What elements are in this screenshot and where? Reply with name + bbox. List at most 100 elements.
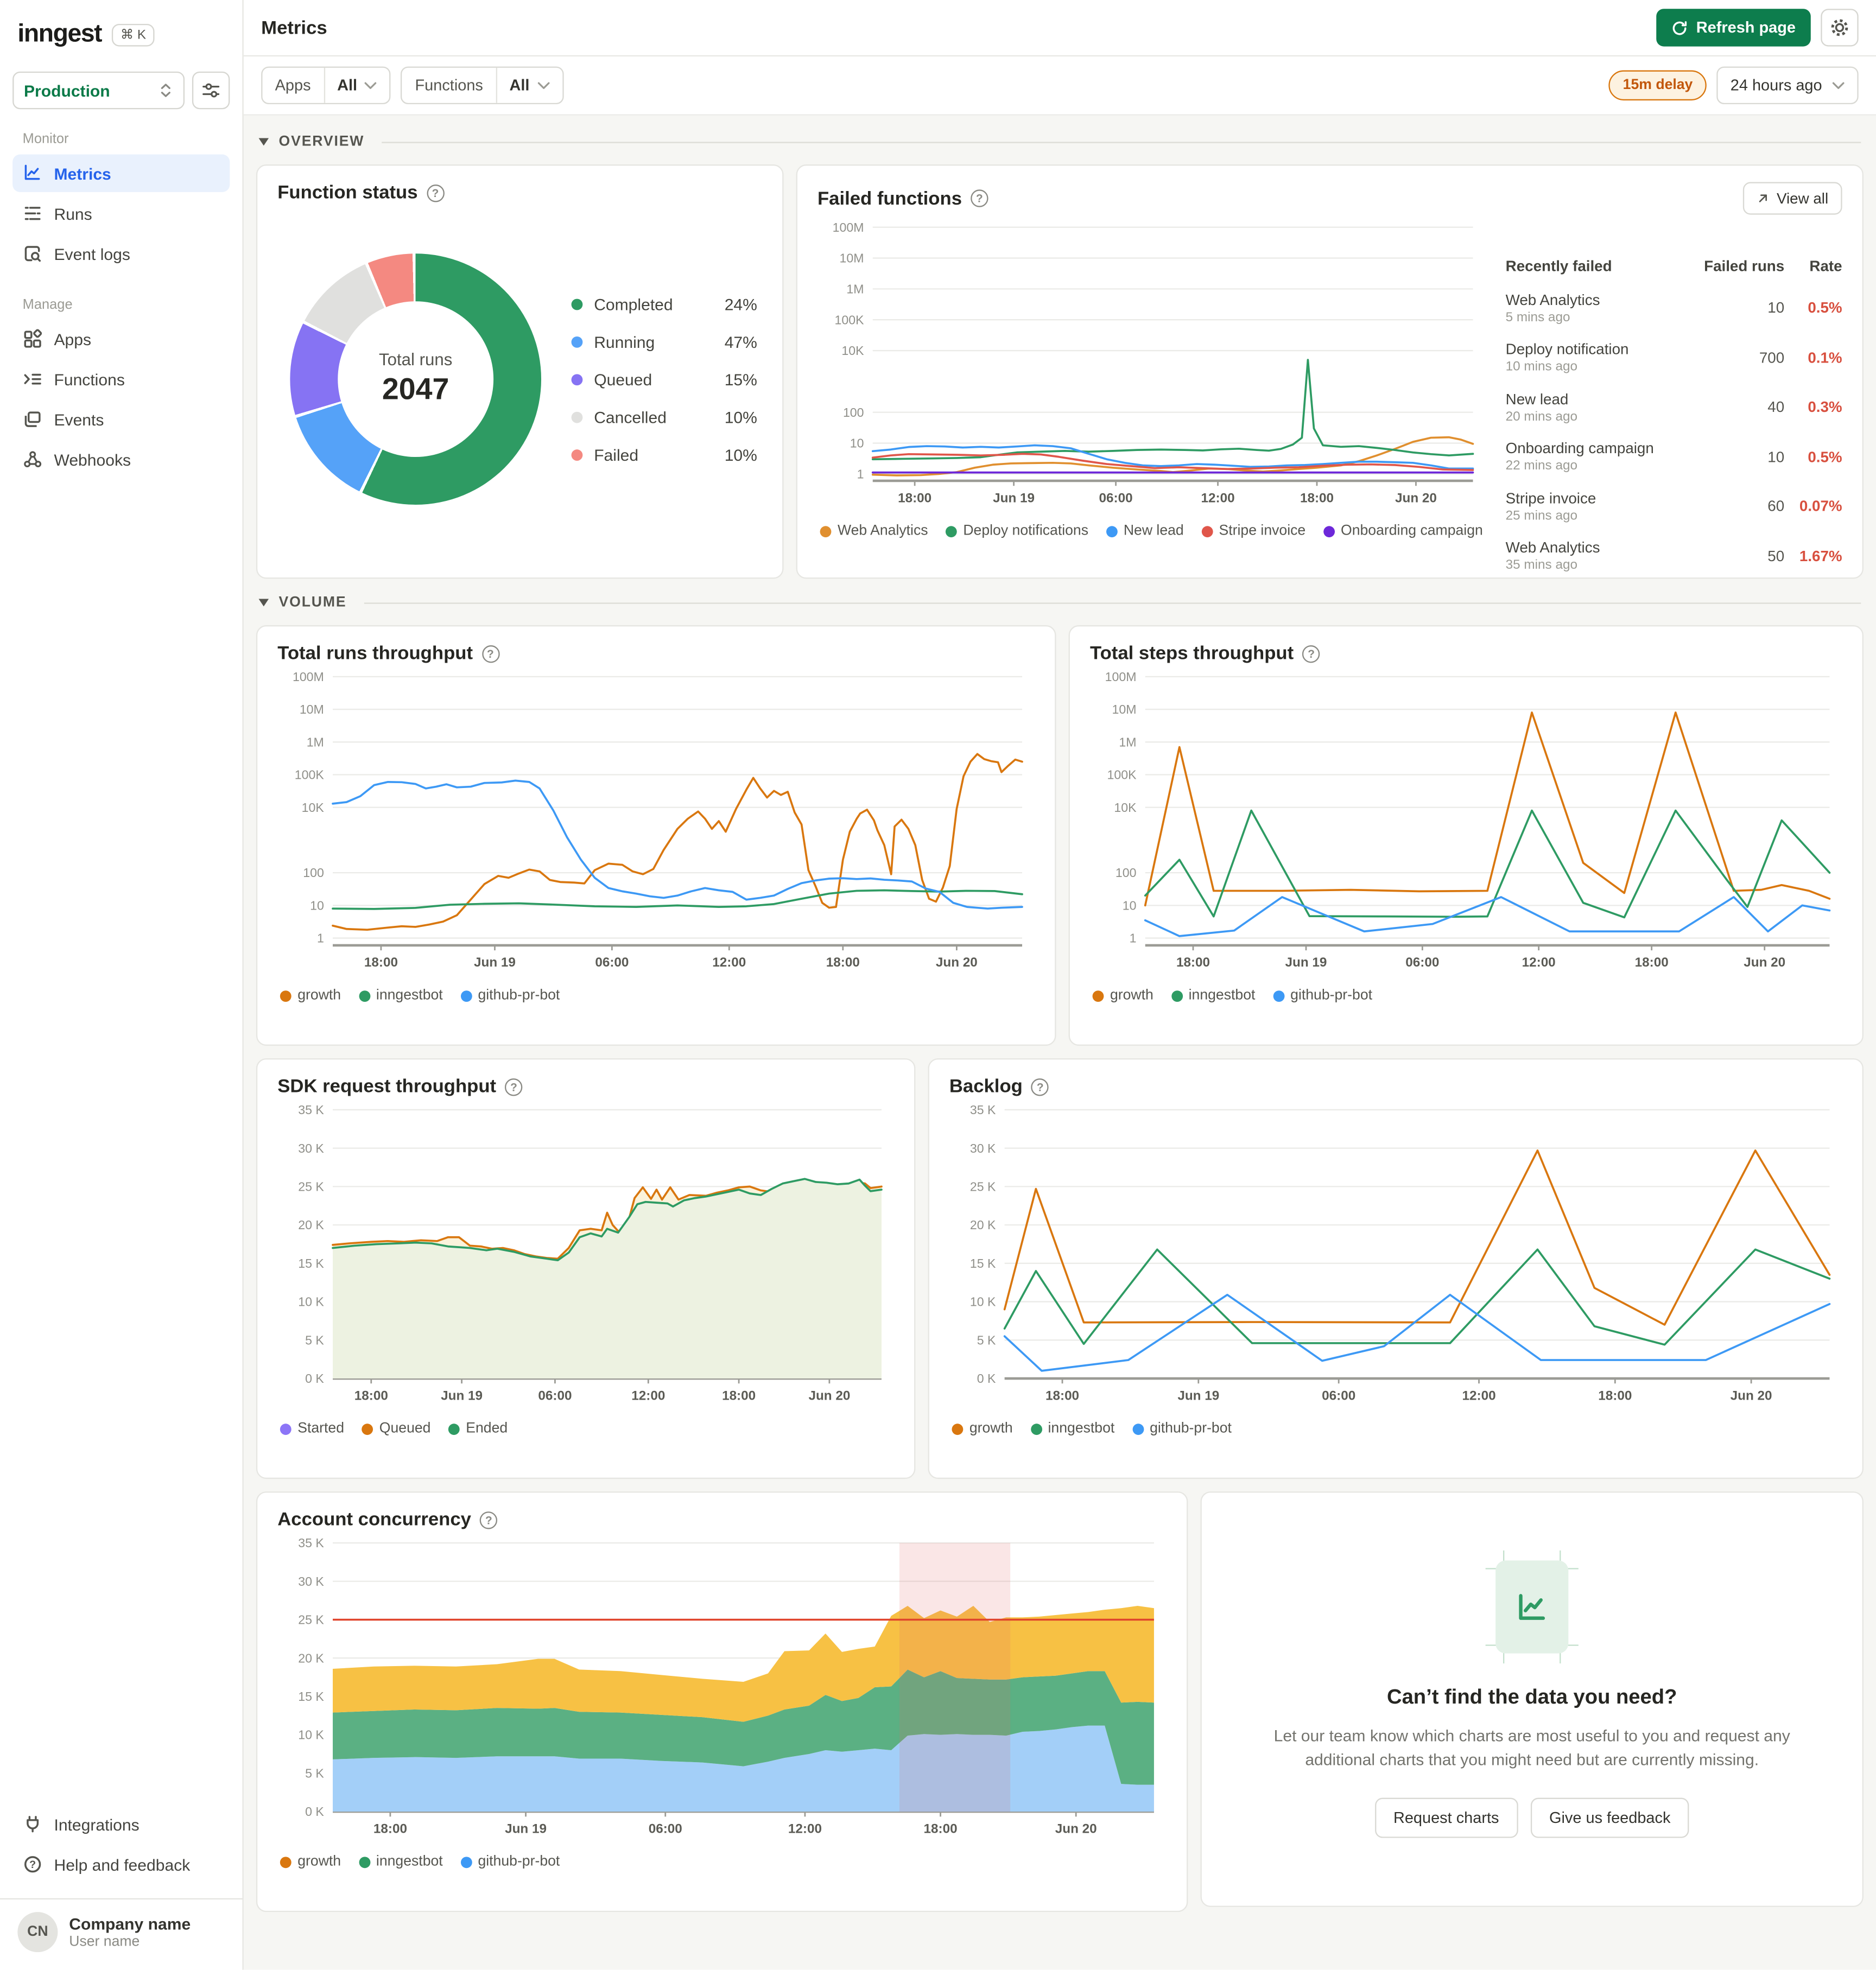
legend-item[interactable]: github-pr-bot [1132, 1421, 1232, 1436]
sidebar-item-metrics[interactable]: Metrics [12, 154, 230, 192]
legend-item[interactable]: Onboarding campaign [1323, 524, 1483, 538]
legend-item[interactable]: growth [280, 988, 341, 1003]
sidebar-item-runs[interactable]: Runs [12, 195, 230, 232]
legend-item[interactable]: github-pr-bot [1272, 988, 1372, 1003]
legend-item[interactable]: New lead [1106, 524, 1184, 538]
sidebar-item-label: Metrics [54, 163, 111, 183]
help-icon[interactable]: ? [1031, 1077, 1049, 1096]
failed-functions-card: Failed functions ? View all 100M 10M 1M 100… [796, 164, 1864, 579]
account-menu[interactable]: CN Company name User name [12, 1899, 230, 1955]
legend-item[interactable]: growth [1092, 988, 1154, 1003]
card-title: Total steps throughput [1089, 643, 1294, 664]
card-title: Backlog [949, 1076, 1023, 1097]
svg-text:Jun 19: Jun 19 [993, 491, 1035, 505]
svg-text:10 K: 10 K [298, 1728, 324, 1742]
sidebar-item-functions[interactable]: Functions [12, 360, 230, 398]
failed-function-row[interactable]: Stripe invoice 25 mins ago 60 0.07% [1506, 489, 1842, 523]
events-windows-icon [24, 411, 41, 427]
failed-function-row[interactable]: New lead 20 mins ago 40 0.3% [1506, 390, 1842, 423]
help-icon[interactable]: ? [1302, 644, 1320, 663]
section-volume[interactable]: VOLUME [258, 595, 1861, 610]
sidebar-item-label: Event logs [54, 244, 130, 263]
sidebar-item-help-and-feedback[interactable]: ? Help and feedback [12, 1846, 230, 1883]
legend-item: Running 47% [571, 332, 757, 351]
svg-text:12:00: 12:00 [1462, 1388, 1496, 1403]
chart-placeholder-icon [1485, 1550, 1579, 1664]
sidebar-item-event-logs[interactable]: Event logs [12, 235, 230, 272]
svg-text:06:00: 06:00 [1405, 955, 1439, 970]
failed-function-row[interactable]: Web Analytics 35 mins ago 50 1.67% [1506, 538, 1842, 572]
legend-item[interactable]: Started [280, 1421, 344, 1436]
environment-filter-button[interactable] [192, 71, 230, 110]
legend-item[interactable]: Queued [362, 1421, 430, 1436]
apps-filter[interactable]: Apps All [261, 66, 391, 105]
user-name: User name [69, 1935, 140, 1950]
inngest-logo: inngest [17, 20, 102, 48]
request-charts-button[interactable]: Request charts [1374, 1797, 1518, 1838]
legend-item[interactable]: github-pr-bot [460, 1854, 560, 1870]
legend-item[interactable]: inngestbot [358, 1854, 443, 1870]
svg-text:100: 100 [1116, 866, 1137, 880]
legend-item[interactable]: inngestbot [1030, 1421, 1114, 1436]
webhooks-icon [24, 451, 42, 468]
legend-item[interactable]: Deploy notifications [945, 524, 1088, 538]
environment-select[interactable]: Production [12, 71, 185, 110]
svg-text:10 K: 10 K [298, 1295, 324, 1309]
gear-icon [1831, 19, 1848, 36]
legend-item[interactable]: growth [280, 1854, 341, 1870]
sidebar-item-apps[interactable]: Apps [12, 320, 230, 358]
sidebar-item-label: Runs [54, 204, 92, 223]
failed-function-row[interactable]: Web Analytics 5 mins ago 10 0.5% [1506, 291, 1842, 325]
chevron-down-icon [1832, 81, 1845, 88]
svg-text:1M: 1M [1119, 735, 1136, 749]
command-k-shortcut[interactable]: ⌘ K [111, 23, 155, 46]
legend-item[interactable]: growth [952, 1421, 1013, 1436]
sidebar-item-webhooks[interactable]: Webhooks [12, 441, 230, 478]
sidebar-item-events[interactable]: Events [12, 401, 230, 438]
svg-text:30 K: 30 K [298, 1141, 324, 1155]
time-range-select[interactable]: 24 hours ago [1716, 66, 1859, 105]
svg-text:12:00: 12:00 [1522, 955, 1556, 970]
main-panel: Metrics Refresh page Apps All Functions … [243, 0, 1876, 1970]
environment-value: Production [23, 81, 110, 100]
section-overview[interactable]: OVERVIEW [258, 135, 1861, 149]
legend-item[interactable]: github-pr-bot [460, 988, 560, 1003]
svg-text:35 K: 35 K [298, 1536, 324, 1550]
chart-line-icon [1519, 1594, 1545, 1621]
help-circle-icon: ? [24, 1856, 41, 1873]
column-header: Failed runs [1704, 257, 1785, 275]
apps-filter-label: Apps [262, 67, 325, 103]
help-icon[interactable]: ? [426, 183, 445, 202]
svg-text:18:00: 18:00 [1598, 1388, 1632, 1403]
svg-text:18:00: 18:00 [1176, 955, 1210, 970]
company-name: Company name [69, 1914, 191, 1934]
give-feedback-button[interactable]: Give us feedback [1530, 1797, 1690, 1838]
total-runs-legend: growth inngestbot github-pr-bot [280, 988, 1032, 1003]
view-all-button[interactable]: View all [1742, 182, 1842, 215]
failed-function-row[interactable]: Onboarding campaign 22 mins ago 10 0.5% [1506, 440, 1842, 473]
functions-filter[interactable]: Functions All [401, 66, 563, 105]
help-icon[interactable]: ? [481, 644, 499, 663]
card-title: SDK request throughput [277, 1076, 497, 1097]
help-icon[interactable]: ? [480, 1511, 498, 1529]
help-icon[interactable]: ? [505, 1077, 523, 1096]
svg-text:1M: 1M [846, 282, 864, 296]
cta-body: Let our team know which charts are most … [1273, 1726, 1790, 1769]
section-rule [382, 141, 1861, 143]
svg-text:12:00: 12:00 [1201, 491, 1235, 505]
svg-text:10K: 10K [841, 344, 864, 358]
legend-item[interactable]: Ended [448, 1421, 508, 1436]
failed-function-row[interactable]: Deploy notification 10 mins ago 700 0.1% [1506, 340, 1842, 374]
help-icon[interactable]: ? [971, 189, 988, 207]
refresh-page-button[interactable]: Refresh page [1656, 9, 1811, 47]
svg-text:Jun 19: Jun 19 [441, 1388, 483, 1403]
legend-item[interactable]: inngestbot [1171, 988, 1255, 1003]
legend-item[interactable]: Stripe invoice [1201, 524, 1305, 538]
legend-item[interactable]: Web Analytics [820, 524, 928, 538]
sidebar-item-label: Integrations [54, 1814, 140, 1834]
settings-button[interactable] [1821, 9, 1859, 47]
svg-text:1M: 1M [307, 735, 324, 749]
sidebar: inngest ⌘ K Production Monitor Metrics R… [0, 0, 244, 1970]
sidebar-item-integrations[interactable]: Integrations [12, 1806, 230, 1843]
legend-item[interactable]: inngestbot [358, 988, 443, 1003]
